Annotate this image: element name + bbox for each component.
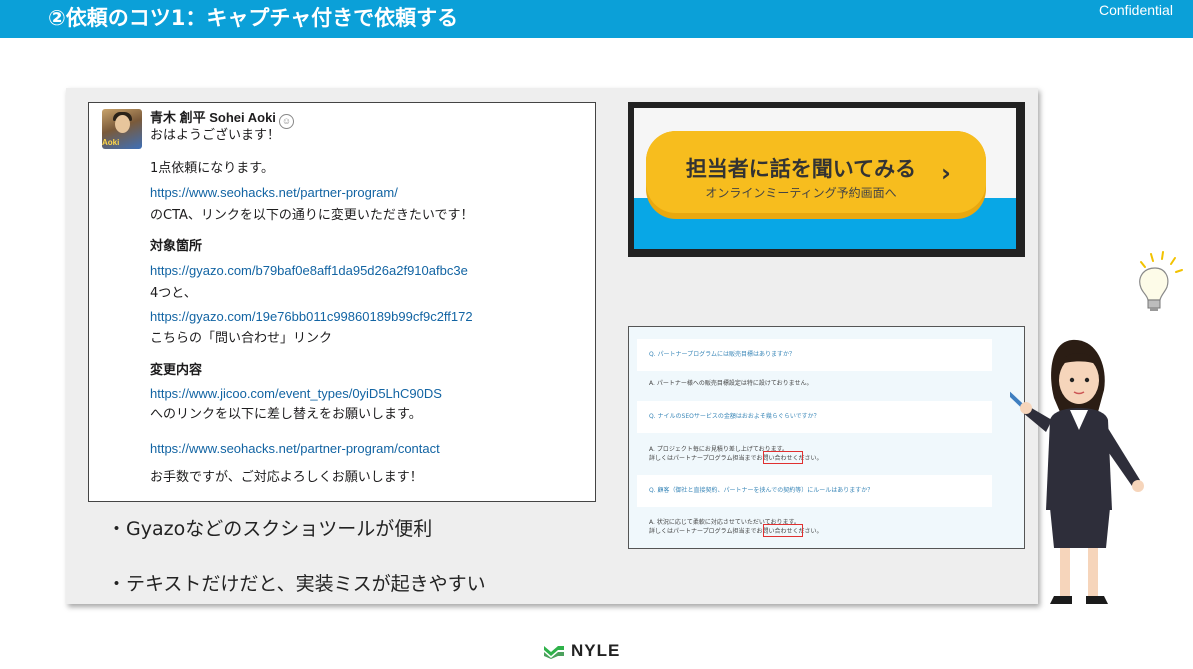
- chat-line: へのリンクを以下に差し替えをお願いします。: [150, 407, 422, 422]
- chat-line: 1点依頼になります。: [150, 161, 274, 176]
- chat-link[interactable]: https://www.jicoo.com/event_types/0yiD5L…: [150, 385, 442, 403]
- cta-button[interactable]: 担当者に話を聞いてみる オンラインミーティング予約画面へ ›: [646, 131, 986, 219]
- faq-question: Q. パートナープログラムには販売目標はありますか？: [637, 339, 992, 371]
- presenter-illustration: [1010, 339, 1144, 604]
- message-author: 青木 創平 Sohei Aoki ☺: [150, 107, 294, 129]
- chat-line: 4つと、: [150, 286, 197, 301]
- avatar: Aoki: [102, 109, 142, 149]
- chevron-right-icon: ›: [941, 159, 951, 187]
- faq-screenshot: Q. パートナープログラムには販売目標はありますか？ A. パートナー様への販売…: [628, 326, 1025, 549]
- highlight-box: [763, 451, 803, 464]
- chat-heading: 変更内容: [150, 363, 203, 378]
- bullet-point: ・テキストだけだと、実装ミスが起きやすい: [107, 573, 486, 595]
- chat-link[interactable]: https://www.seohacks.net/partner-program…: [150, 184, 398, 202]
- cta-screenshot: 担当者に話を聞いてみる オンラインミーティング予約画面へ ›: [628, 102, 1025, 257]
- company-logo: NYLE: [543, 640, 620, 662]
- header-bar: ②依頼のコツ1：キャプチャ付きで依頼する Confidential: [0, 0, 1193, 38]
- cta-sub-label: オンラインミーティング予約画面へ: [705, 186, 897, 200]
- bullet-point: ・Gyazoなどのスクショツールが便利: [107, 518, 433, 540]
- faq-question: Q. 顧客（御社と直接契約、パートナーを挟んでの契約等）にルールはありますか？: [637, 475, 992, 507]
- faq-answer: A. パートナー様への販売目標設定は特に設けておりません。: [649, 380, 813, 387]
- chat-line: のCTA、リンクを以下の通りに変更いただきたいです！: [150, 208, 474, 223]
- avatar-badge: Aoki: [102, 138, 120, 147]
- slide-title: ②依頼のコツ1：キャプチャ付きで依頼する: [48, 6, 459, 30]
- chat-link[interactable]: https://gyazo.com/19e76bb011c99860189b99…: [150, 308, 473, 326]
- author-name: 青木 創平 Sohei Aoki: [150, 110, 276, 125]
- chat-line: おはようございます！: [150, 128, 281, 143]
- confidential-label: Confidential: [1099, 2, 1173, 18]
- nyle-mark-icon: [544, 646, 564, 659]
- chat-link[interactable]: https://gyazo.com/b79baf0e8aff1da95d26a2…: [150, 262, 468, 280]
- faq-question: Q. ナイルのSEOサービスの金額はおおよそ幾らぐらいですか？: [637, 401, 992, 433]
- logo-text: NYLE: [571, 641, 621, 660]
- chat-line: お手数ですが、ご対応よろしくお願いします！: [150, 470, 423, 485]
- chat-link[interactable]: https://www.seohacks.net/partner-program…: [150, 440, 440, 458]
- cta-main-label: 担当者に話を聞いてみる: [685, 157, 917, 181]
- highlight-box: [763, 524, 803, 537]
- chat-heading: 対象箇所: [150, 239, 203, 254]
- status-emoji-icon: ☺: [278, 114, 294, 129]
- lightbulb-icon: [1139, 251, 1183, 311]
- chat-line: こちらの「問い合わせ」リンク: [150, 331, 333, 346]
